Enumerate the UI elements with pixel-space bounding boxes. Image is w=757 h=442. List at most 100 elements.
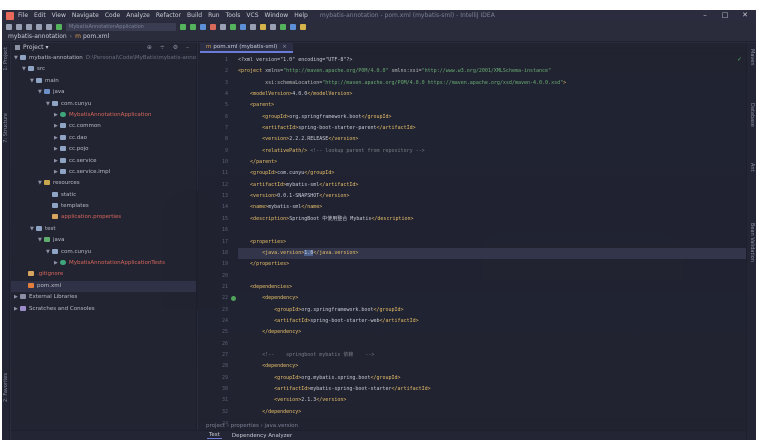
line-number: 2 [224, 68, 228, 75]
menu-code[interactable]: Code [105, 12, 120, 19]
tree-item-label: External Libraries [29, 294, 78, 301]
run-icon[interactable] [180, 23, 186, 30]
code-token: org.springframework.boot [301, 306, 374, 313]
bean-validation-tool-tab[interactable]: Bean Validation [749, 223, 755, 262]
save-icon[interactable] [16, 23, 22, 30]
project-structure-icon[interactable] [270, 23, 276, 30]
tree-item[interactable]: ▶ cc.service [11, 156, 196, 167]
window-title: mybatis-annotation - pom.xml (mybatis-sm… [319, 12, 495, 19]
code-token: <dependency> [262, 295, 299, 302]
debug-icon[interactable] [190, 23, 196, 30]
xml-breadcrumb[interactable]: project › properties › java.version [198, 420, 746, 430]
tree-item[interactable]: application.properties [11, 212, 196, 223]
chevron-right-icon[interactable]: ▶ [54, 110, 60, 121]
stop-icon[interactable] [210, 23, 216, 30]
favorites-tool-tab[interactable]: 2: Favorites [3, 373, 9, 402]
chevron-down-icon[interactable]: ▾ [46, 44, 49, 51]
code-token: <groupId> [262, 113, 290, 120]
chevron-right-icon[interactable]: ▶ [54, 258, 60, 269]
tree-item[interactable]: static [11, 190, 196, 201]
code-token: spring-boot-starter-web [310, 317, 380, 324]
code-line: <dependency> [238, 361, 746, 372]
menu-view[interactable]: View [52, 12, 66, 19]
menu-vcs[interactable]: VCS [246, 12, 258, 19]
tree-item[interactable]: ▼ src [11, 64, 196, 75]
code-token: xsi:schemaLocation= [265, 79, 323, 86]
minimize-button[interactable]: – [696, 10, 714, 21]
tree-item[interactable]: ▼ resources [11, 178, 196, 189]
forward-icon[interactable] [46, 23, 52, 30]
tips-icon[interactable] [300, 23, 306, 30]
tree-item[interactable]: ▶ External Libraries [11, 292, 196, 303]
tree-item[interactable]: ▶ cc.pojo [11, 144, 196, 155]
menu-analyze[interactable]: Analyze [126, 12, 150, 19]
code-token: <artifactId> [262, 125, 299, 132]
tree-item-label: templates [61, 203, 89, 210]
tree-item[interactable]: ▶ cc.dao [11, 133, 196, 144]
coverage-icon[interactable] [200, 23, 206, 30]
tree-item[interactable]: ▼ test [11, 224, 196, 235]
tree-item[interactable]: ▶ cc.common [11, 121, 196, 132]
code-area[interactable]: <?xml version="1.0" encoding="UTF-8"?> <p… [238, 55, 746, 419]
menu-file[interactable]: File [18, 12, 28, 19]
nav-file[interactable]: pom.xml [83, 33, 109, 40]
maven-tool-tab[interactable]: Maven [749, 49, 755, 66]
database-tool-tab[interactable]: Database [749, 103, 755, 127]
menu-help[interactable]: Help [294, 12, 308, 19]
tree-item-label: src [37, 66, 46, 73]
tree-item[interactable]: ▶ MybatisAnnotationApplicationTests [11, 258, 196, 269]
menu-refactor[interactable]: Refactor [156, 12, 181, 19]
tab-dependency-analyzer[interactable]: Dependency Analyzer [230, 433, 294, 439]
tree-item[interactable]: ▶ MybatisAnnotationApplication [11, 110, 196, 121]
tree-item[interactable]: ▼ mybatis-annotation D:\Personal\Code\MyBa… [11, 53, 196, 64]
code-line: <dependencies> [238, 282, 746, 293]
code-token: <artifactId> [274, 385, 311, 392]
run-config-select[interactable]: MybatisAnnotationApplication [66, 22, 176, 31]
history-icon[interactable] [240, 23, 246, 30]
inspection-ok-icon[interactable]: ✓ [737, 57, 742, 63]
menu-navigate[interactable]: Navigate [72, 12, 99, 19]
tree-item[interactable]: .gitignore [11, 269, 196, 280]
build-icon[interactable] [56, 23, 62, 30]
sync-icon[interactable] [26, 23, 32, 30]
menu-run[interactable]: Run [208, 12, 220, 19]
menu-tools[interactable]: Tools [226, 12, 241, 19]
close-button[interactable]: ✕ [736, 10, 754, 21]
plugin-icon[interactable] [280, 23, 286, 30]
tree-item-label: static [61, 191, 77, 198]
project-tool-tab[interactable]: 1: Project [3, 47, 9, 71]
ant-tool-tab[interactable]: Ant [749, 163, 755, 172]
tree-item[interactable]: ▼ java [11, 87, 196, 98]
code-token: org.springframework.boot [289, 113, 362, 120]
maximize-button[interactable]: □ [716, 10, 734, 21]
menu-build[interactable]: Build [187, 12, 202, 19]
search-icon[interactable] [290, 23, 296, 30]
run-gutter-icon[interactable] [231, 296, 236, 302]
tree-item[interactable]: ▶ Scratches and Consoles [11, 304, 196, 315]
menu-window[interactable]: Window [265, 12, 289, 19]
structure-tool-tab[interactable]: 7: Structure [3, 113, 9, 143]
tree-item[interactable]: ▼ com.cunyu [11, 247, 196, 258]
project-panel-title[interactable]: Project [23, 44, 44, 51]
tree-item[interactable]: templates [11, 201, 196, 212]
back-icon[interactable] [36, 23, 42, 30]
tab-pom-xml[interactable]: m pom.xml (mybatis-sml) × [200, 43, 293, 53]
vcs-icon[interactable] [220, 23, 226, 30]
tree-item[interactable]: ▶ cc.service.impl [11, 167, 196, 178]
structure-icon[interactable] [250, 23, 256, 30]
menu-edit[interactable]: Edit [34, 12, 46, 19]
panel-actions[interactable]: ⊕ ÷ ⚙ – [147, 44, 192, 51]
code-token: <description> [250, 215, 290, 222]
settings-icon[interactable] [260, 23, 266, 30]
open-icon[interactable] [6, 23, 12, 30]
tab-test[interactable]: Test [207, 432, 222, 439]
tree-item[interactable]: ▼ com.cunyu [11, 99, 196, 110]
close-tab-icon[interactable]: × [282, 44, 287, 50]
nav-project[interactable]: mybatis-annotation [8, 33, 67, 40]
commit-icon[interactable] [230, 23, 236, 30]
tree-item[interactable]: ▼ java [11, 235, 196, 246]
code-token: "http://maven.apache.org/POM/4.0.0" [283, 68, 392, 75]
tree-item[interactable]: pom.xml [11, 280, 196, 293]
tree-item[interactable]: ▼ main [11, 76, 196, 87]
